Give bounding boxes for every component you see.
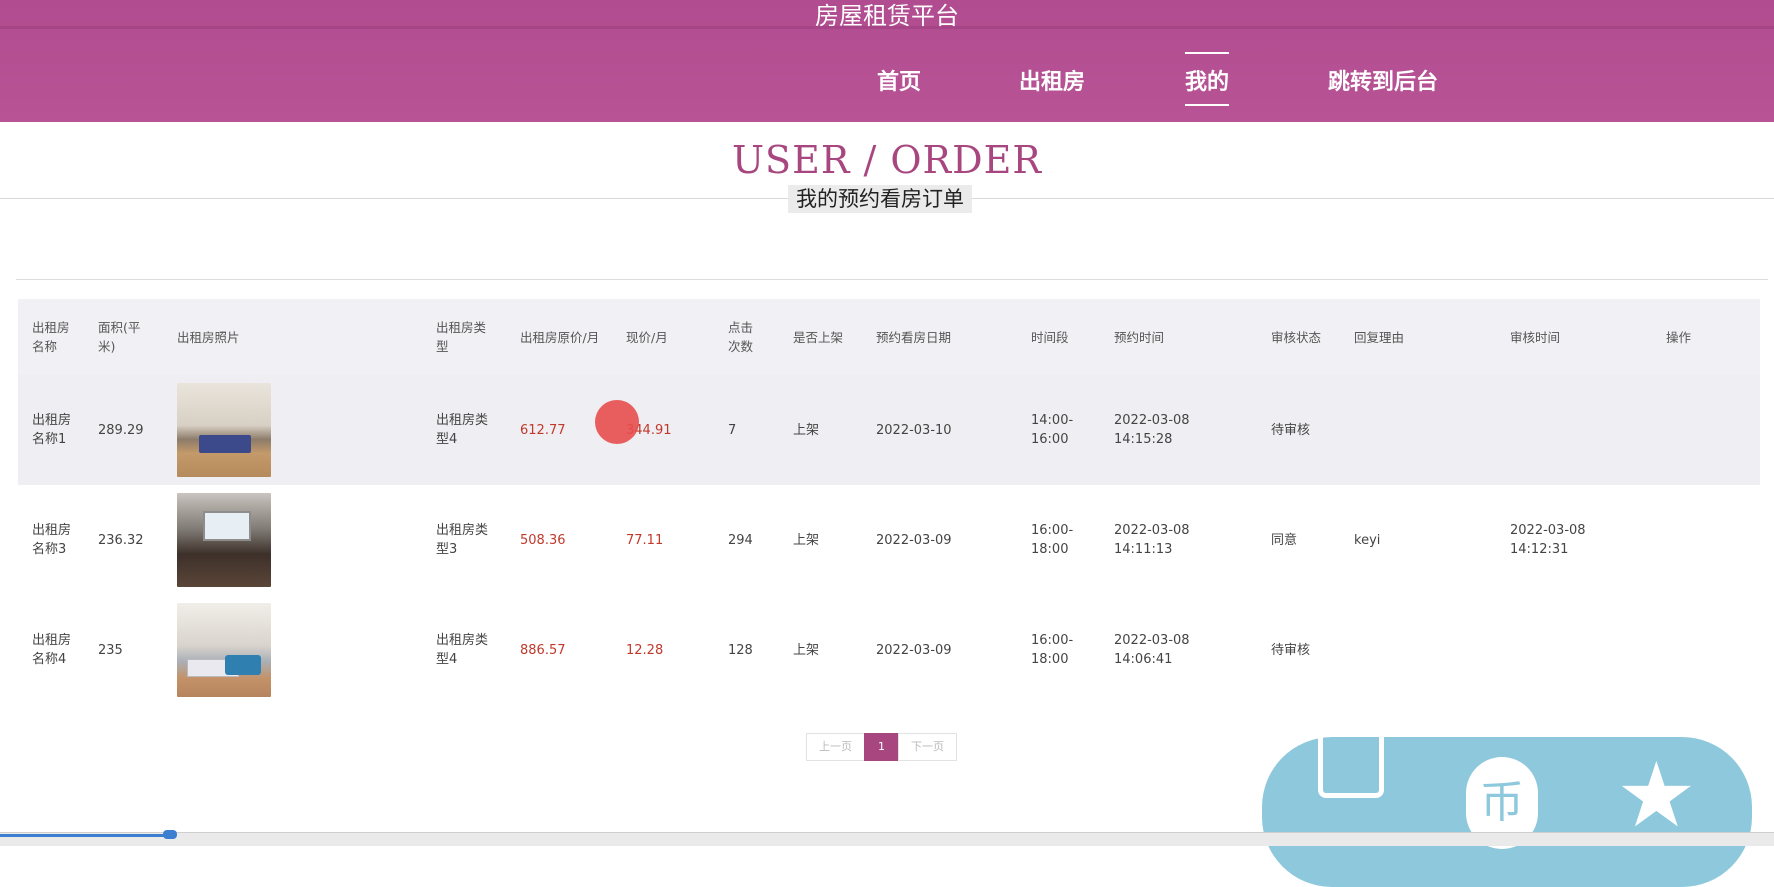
col-header-listed: 是否上架 bbox=[793, 329, 844, 345]
cell-orig-price: 886.57 bbox=[520, 642, 566, 658]
cell-orig-price: 612.77 bbox=[520, 422, 566, 438]
cell-visit-date: 2022-03-09 bbox=[876, 642, 952, 658]
cell-booked-at: 2022-03-08 14:11:13 bbox=[1114, 523, 1190, 557]
cell-reply bbox=[1354, 375, 1494, 485]
cell-reply: keyi bbox=[1354, 532, 1381, 548]
cell-orig-price: 508.36 bbox=[520, 532, 566, 548]
cell-price: 12.28 bbox=[626, 642, 664, 658]
col-header-area: 面积(平米) bbox=[98, 320, 141, 354]
star-icon[interactable]: ★ bbox=[1616, 751, 1697, 841]
cell-price: 77.11 bbox=[626, 532, 664, 548]
scroll-progress bbox=[0, 834, 175, 837]
cell-photo bbox=[177, 485, 277, 595]
cell-status: 同意 bbox=[1271, 532, 1298, 548]
col-header-booked-at: 预约时间 bbox=[1114, 329, 1165, 345]
cell-reviewed-at bbox=[1510, 375, 1592, 485]
nav-rental-houses[interactable]: 出租房 bbox=[1019, 64, 1085, 96]
nav-go-to-admin[interactable]: 跳转到后台 bbox=[1328, 64, 1438, 96]
bed-shape bbox=[199, 435, 251, 453]
cell-clicks: 294 bbox=[728, 532, 753, 548]
cell-type: 出租房类型4 bbox=[436, 633, 489, 667]
scroll-knob[interactable] bbox=[163, 830, 177, 839]
cell-booked-at: 2022-03-08 14:06:41 bbox=[1114, 633, 1190, 667]
house-photo[interactable] bbox=[177, 493, 271, 587]
top-banner: 房屋租赁平台 首页 出租房 我的 跳转到后台 bbox=[0, 0, 1774, 122]
col-header-visit-date: 预约看房日期 bbox=[876, 329, 952, 345]
table-header-row: 出租房名称 面积(平米) 出租房照片 出租房类型 出租房原价/月 现价/月 点击… bbox=[18, 299, 1760, 375]
cell-clicks: 128 bbox=[728, 642, 753, 658]
col-header-status: 审核状态 bbox=[1271, 329, 1322, 345]
cell-name: 出租房名称3 bbox=[32, 523, 72, 557]
cell-area: 236.32 bbox=[98, 532, 144, 548]
floating-widget[interactable]: 币 ★ bbox=[1262, 737, 1752, 887]
page-subtitle: 我的预约看房订单 bbox=[788, 185, 972, 213]
next-page-button[interactable]: 下一页 bbox=[898, 733, 957, 761]
cell-reviewed-at bbox=[1510, 595, 1592, 705]
section-divider bbox=[16, 279, 1768, 280]
cell-name: 出租房名称4 bbox=[32, 633, 72, 667]
cell-name: 出租房名称1 bbox=[32, 413, 72, 447]
cell-booked-at: 2022-03-08 14:15:28 bbox=[1114, 413, 1190, 447]
house-photo[interactable] bbox=[177, 383, 271, 477]
window-shape bbox=[203, 511, 251, 541]
col-header-name: 出租房名称 bbox=[32, 320, 70, 354]
cell-area: 235 bbox=[98, 642, 123, 658]
cell-period: 14:00-16:00 bbox=[1031, 413, 1074, 447]
cell-listed: 上架 bbox=[793, 642, 820, 658]
bracket-icon bbox=[1318, 737, 1384, 798]
cell-period: 16:00-18:00 bbox=[1031, 523, 1074, 557]
cell-reply bbox=[1354, 595, 1494, 705]
sofa-shape bbox=[225, 655, 261, 675]
cell-period: 16:00-18:00 bbox=[1031, 633, 1074, 667]
col-header-price: 现价/月 bbox=[626, 329, 668, 345]
cell-status: 待审核 bbox=[1271, 642, 1311, 658]
bottom-scrollbar[interactable] bbox=[0, 830, 1774, 846]
col-header-reply: 回复理由 bbox=[1354, 329, 1405, 345]
table-row[interactable]: 出租房名称1 289.29 出租房类型4 612.77 344.91 7 上架 … bbox=[18, 375, 1760, 485]
prev-page-button[interactable]: 上一页 bbox=[806, 733, 865, 761]
cell-photo bbox=[177, 595, 277, 705]
cell-listed: 上架 bbox=[793, 422, 820, 438]
cell-type: 出租房类型4 bbox=[436, 413, 489, 447]
title-divider bbox=[0, 26, 1774, 29]
table-row[interactable]: 出租房名称3 236.32 出租房类型3 508.36 77.11 294 上架… bbox=[18, 485, 1760, 595]
col-header-actions: 操作 bbox=[1666, 329, 1692, 345]
cell-clicks: 7 bbox=[728, 422, 737, 438]
col-header-photo: 出租房照片 bbox=[177, 329, 240, 345]
table-row[interactable]: 出租房名称4 235 出租房类型4 886.57 12.28 128 上架 20… bbox=[18, 595, 1760, 705]
click-indicator bbox=[595, 400, 639, 444]
nav-my-account[interactable]: 我的 bbox=[1185, 52, 1230, 106]
orders-table: 出租房名称 面积(平米) 出租房照片 出租房类型 出租房原价/月 现价/月 点击… bbox=[18, 299, 1760, 705]
house-photo[interactable] bbox=[177, 603, 271, 697]
current-page-button[interactable]: 1 bbox=[864, 733, 899, 761]
page-heading: USER / ORDER bbox=[732, 138, 1042, 182]
nav-home[interactable]: 首页 bbox=[877, 64, 921, 96]
col-header-type: 出租房类型 bbox=[436, 320, 487, 354]
pagination: 上一页 1 下一页 bbox=[806, 733, 957, 761]
cell-reviewed-at: 2022-03-08 14:12:31 bbox=[1510, 523, 1586, 557]
cell-listed: 上架 bbox=[793, 532, 820, 548]
col-header-reviewed-at: 审核时间 bbox=[1510, 329, 1561, 345]
col-header-clicks: 点击次数 bbox=[728, 320, 754, 354]
cell-type: 出租房类型3 bbox=[436, 523, 489, 557]
cell-photo bbox=[177, 375, 277, 485]
col-header-period: 时间段 bbox=[1031, 329, 1069, 345]
cell-status: 待审核 bbox=[1271, 422, 1311, 438]
cell-visit-date: 2022-03-10 bbox=[876, 422, 952, 438]
cell-visit-date: 2022-03-09 bbox=[876, 532, 952, 548]
col-header-orig-price: 出租房原价/月 bbox=[520, 329, 600, 345]
cell-area: 289.29 bbox=[98, 422, 144, 438]
